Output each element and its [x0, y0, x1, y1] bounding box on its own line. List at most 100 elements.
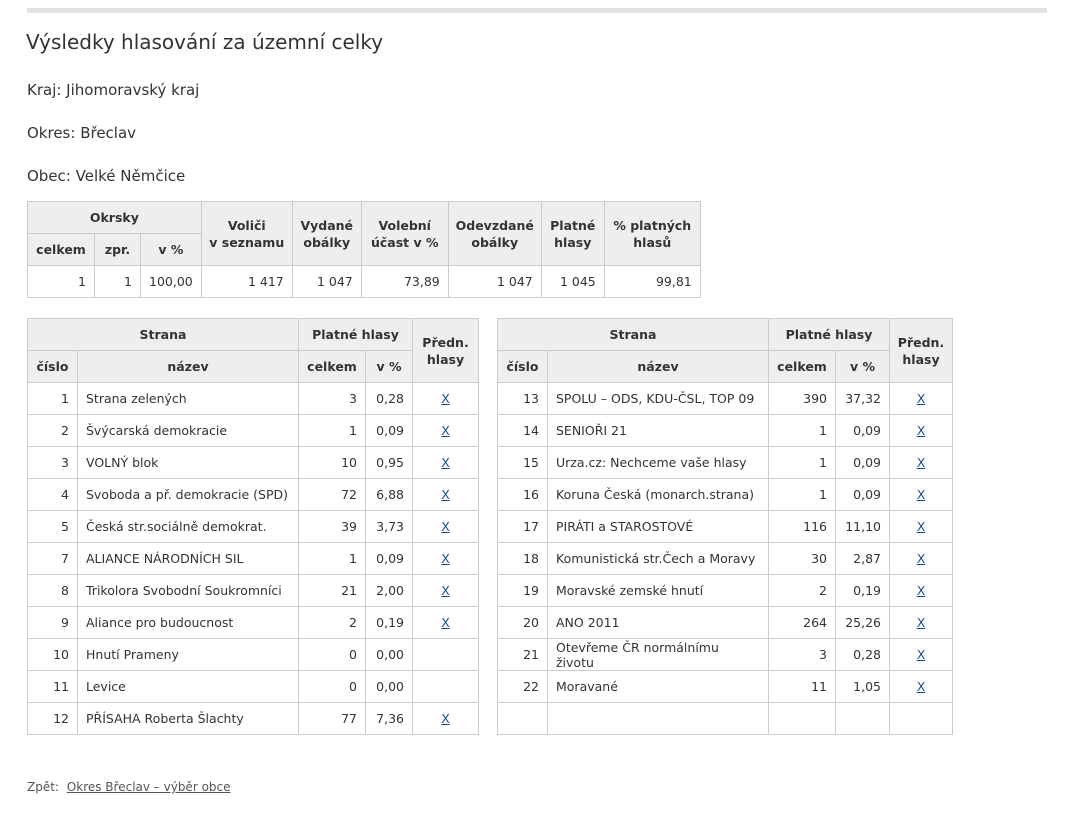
- okrsky-pct-header: v %: [140, 233, 202, 266]
- preferential-votes-cell: X: [412, 606, 479, 639]
- party-name: SENIOŘI 21: [547, 414, 769, 447]
- party-number: 3: [27, 446, 78, 479]
- preferential-votes-link[interactable]: X: [917, 615, 926, 630]
- party-number: 17: [497, 510, 548, 543]
- preferential-votes-cell: [412, 670, 479, 703]
- preferential-votes-link[interactable]: X: [917, 519, 926, 534]
- party-row: 14 SENIOŘI 21 1 0,09 X: [497, 414, 953, 447]
- party-row: 12 PŘÍSAHA Roberta Šlachty 77 7,36 X: [27, 702, 479, 735]
- party-percent: [835, 702, 890, 735]
- party-name: Švýcarská demokracie: [77, 414, 299, 447]
- party-number: 19: [497, 574, 548, 607]
- party-votes: 10: [298, 446, 366, 479]
- party-row: 10 Hnutí Prameny 0 0,00: [27, 638, 479, 671]
- okrsky-pct: 100,00: [140, 265, 202, 298]
- preferential-votes-link[interactable]: X: [917, 551, 926, 566]
- party-number: 16: [497, 478, 548, 511]
- preferential-votes-cell: [412, 638, 479, 671]
- party-number: 21: [497, 638, 548, 671]
- preferential-votes-link[interactable]: X: [441, 583, 450, 598]
- volici-header: Voliči v seznamu: [200, 201, 293, 266]
- party-name: Levice: [77, 670, 299, 703]
- party-votes: 0: [298, 670, 366, 703]
- party-percent: 0,28: [835, 638, 890, 671]
- nazev-header: název: [77, 350, 299, 383]
- party-row: [497, 702, 953, 735]
- preferential-votes-cell: X: [889, 670, 953, 703]
- party-percent: 0,09: [365, 542, 413, 575]
- preferential-votes-link[interactable]: X: [917, 679, 926, 694]
- platne-header: Platné hlasy: [540, 201, 605, 266]
- okrsky-celkem: 1: [27, 265, 95, 298]
- party-votes: 11: [768, 670, 836, 703]
- preferential-votes-link[interactable]: X: [917, 647, 926, 662]
- preferential-votes-link[interactable]: X: [917, 487, 926, 502]
- preferential-votes-cell: X: [412, 382, 479, 415]
- preferential-votes-link[interactable]: X: [441, 423, 450, 438]
- pct-platnych-value: 99,81: [603, 265, 701, 298]
- page-title: Výsledky hlasování za územní celky: [26, 30, 384, 54]
- party-name: Komunistická str.Čech a Moravy: [547, 542, 769, 575]
- preferential-votes-cell: X: [412, 446, 479, 479]
- party-row: 21 Otevřeme ČR normálnímu životu 3 0,28 X: [497, 638, 953, 671]
- party-table-left: Strana Platné hlasy Předn. hlasy číslo ná…: [27, 318, 479, 735]
- party-votes: 2: [768, 574, 836, 607]
- party-votes: 21: [298, 574, 366, 607]
- ucast-value: 73,89: [360, 265, 449, 298]
- preferential-votes-link[interactable]: X: [441, 519, 450, 534]
- preferential-votes-cell: X: [412, 574, 479, 607]
- platne-value: 1 045: [540, 265, 605, 298]
- party-row: 17 PIRÁTI a STAROSTOVÉ 116 11,10 X: [497, 510, 953, 543]
- back-link[interactable]: Okres Břeclav – výběr obce: [67, 780, 231, 794]
- preferential-votes-cell: X: [412, 702, 479, 735]
- party-number: 13: [497, 382, 548, 415]
- preferential-votes-link[interactable]: X: [917, 583, 926, 598]
- party-number: 4: [27, 478, 78, 511]
- party-percent: 0,00: [365, 638, 413, 671]
- preferential-votes-link[interactable]: X: [917, 455, 926, 470]
- region-label: Kraj: Jihomoravský kraj: [27, 81, 200, 99]
- back-label: Zpět:: [27, 780, 59, 794]
- top-divider: [27, 8, 1047, 13]
- pct-platnych-header: % platných hlasů: [603, 201, 701, 266]
- okrsky-header: Okrsky: [27, 201, 202, 234]
- party-percent: 0,28: [365, 382, 413, 415]
- party-row: 7 ALIANCE NÁRODNÍCH SIL 1 0,09 X: [27, 542, 479, 575]
- preferential-votes-link[interactable]: X: [441, 391, 450, 406]
- celkem-header: celkem: [298, 350, 366, 383]
- preferential-votes-cell: X: [889, 414, 953, 447]
- party-votes: 116: [768, 510, 836, 543]
- preferential-votes-link[interactable]: X: [917, 391, 926, 406]
- party-row: 9 Aliance pro budoucnost 2 0,19 X: [27, 606, 479, 639]
- preferential-votes-link[interactable]: X: [441, 551, 450, 566]
- party-row: 16 Koruna Česká (monarch.strana) 1 0,09 X: [497, 478, 953, 511]
- party-number: 7: [27, 542, 78, 575]
- preferential-votes-link[interactable]: X: [917, 423, 926, 438]
- celkem-header: celkem: [768, 350, 836, 383]
- predn-hlasy-header: Předn. hlasy: [889, 318, 953, 383]
- preferential-votes-link[interactable]: X: [441, 487, 450, 502]
- party-row: 18 Komunistická str.Čech a Moravy 30 2,87 X: [497, 542, 953, 575]
- party-name: ANO 2011: [547, 606, 769, 639]
- party-row: 1 Strana zelených 3 0,28 X: [27, 382, 479, 415]
- preferential-votes-link[interactable]: X: [441, 455, 450, 470]
- odevzdane-value: 1 047: [447, 265, 542, 298]
- party-percent: 0,09: [835, 446, 890, 479]
- preferential-votes-cell: X: [889, 446, 953, 479]
- vydane-header: Vydané obálky: [291, 201, 362, 266]
- party-row: 2 Švýcarská demokracie 1 0,09 X: [27, 414, 479, 447]
- party-percent: 11,10: [835, 510, 890, 543]
- party-name: Trikolora Svobodní Soukromníci: [77, 574, 299, 607]
- party-number: 18: [497, 542, 548, 575]
- preferential-votes-link[interactable]: X: [441, 711, 450, 726]
- preferential-votes-cell: X: [889, 606, 953, 639]
- party-votes: 77: [298, 702, 366, 735]
- party-votes: 30: [768, 542, 836, 575]
- preferential-votes-link[interactable]: X: [441, 615, 450, 630]
- party-name: Koruna Česká (monarch.strana): [547, 478, 769, 511]
- party-name: Moravské zemské hnutí: [547, 574, 769, 607]
- party-number: 12: [27, 702, 78, 735]
- predn-hlasy-header: Předn. hlasy: [412, 318, 479, 383]
- preferential-votes-cell: X: [889, 542, 953, 575]
- party-number: 22: [497, 670, 548, 703]
